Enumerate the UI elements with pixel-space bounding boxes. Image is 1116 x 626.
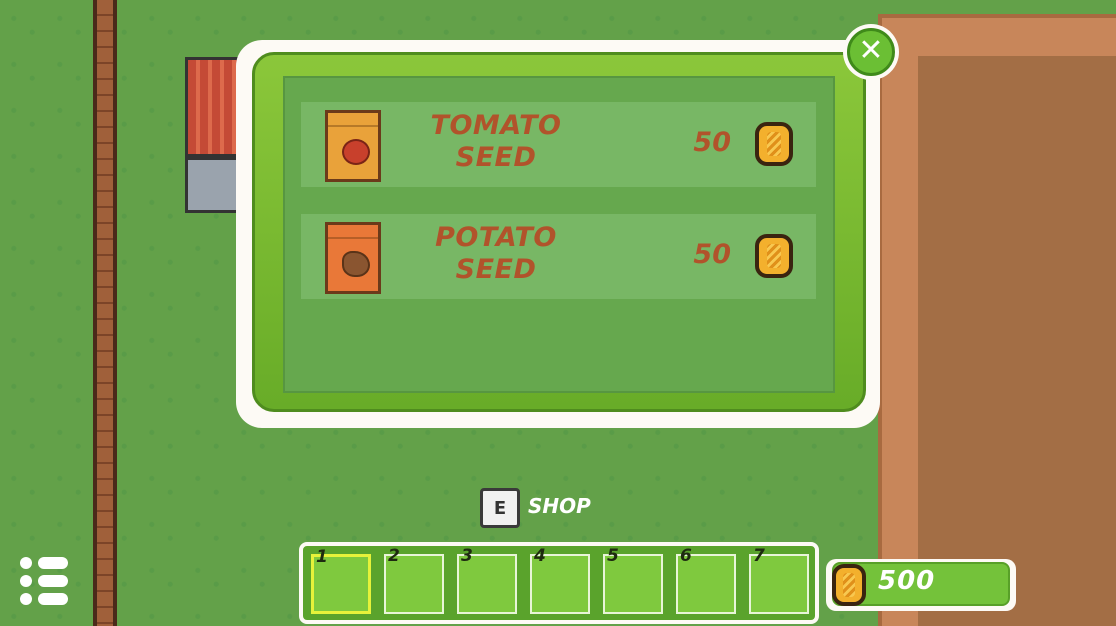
menu-icon-bar xyxy=(38,557,68,569)
wooden-fence xyxy=(93,0,117,626)
menu-icon-dot xyxy=(20,575,32,587)
hotbar-slot-3[interactable]: 3 xyxy=(457,546,517,614)
item-price: 50 xyxy=(693,239,731,270)
packet-fold xyxy=(328,113,378,127)
shop-item-tomato-seed[interactable]: TOMATO SEED 50 xyxy=(301,102,816,187)
hotbar-slot-6[interactable]: 6 xyxy=(676,546,736,614)
menu-icon xyxy=(20,557,32,569)
slot-number: 7 xyxy=(753,546,765,566)
item-name-line1: POTATO xyxy=(435,222,557,253)
slot-number: 3 xyxy=(461,546,473,566)
slot-number: 1 xyxy=(316,547,328,567)
hotbar-slot-5[interactable]: 5 xyxy=(603,546,663,614)
coin-count: 500 xyxy=(878,566,936,596)
hotbar-slot-7[interactable]: 7 xyxy=(749,546,809,614)
item-name: POTATO SEED xyxy=(421,222,571,286)
potato-seed-packet-icon xyxy=(325,222,381,294)
coin-icon xyxy=(832,564,866,606)
potato-icon xyxy=(342,251,370,277)
coin-icon xyxy=(755,122,793,166)
slot-number: 5 xyxy=(607,546,619,566)
tilled-soil xyxy=(918,56,1116,626)
item-name-line2: SEED xyxy=(455,142,537,173)
item-name-line1: TOMATO xyxy=(430,110,562,141)
close-button[interactable]: ✕ xyxy=(843,24,899,80)
key-e-icon: E xyxy=(480,488,520,528)
close-icon: ✕ xyxy=(847,28,895,76)
menu-icon-bar xyxy=(38,593,68,605)
hotbar-slot-1[interactable]: 1 xyxy=(311,547,371,614)
shop-prompt-label: SHOP xyxy=(528,494,591,518)
hotbar-slot-4[interactable]: 4 xyxy=(530,546,590,614)
item-price: 50 xyxy=(693,127,731,158)
coin-icon xyxy=(755,234,793,278)
menu-icon-bar xyxy=(38,575,68,587)
hotbar: 1 2 3 4 5 6 7 xyxy=(299,542,819,624)
shop-item-potato-seed[interactable]: POTATO SEED 50 xyxy=(301,214,816,299)
slot-number: 2 xyxy=(388,546,400,566)
menu-button[interactable] xyxy=(16,555,76,611)
packet-fold xyxy=(328,225,378,239)
hotbar-slot-2[interactable]: 2 xyxy=(384,546,444,614)
slot-number: 6 xyxy=(680,546,692,566)
slot-number: 4 xyxy=(534,546,546,566)
tomato-icon xyxy=(342,139,370,165)
item-name-line2: SEED xyxy=(455,254,537,285)
menu-icon-dot xyxy=(20,593,32,605)
tomato-seed-packet-icon xyxy=(325,110,381,182)
item-name: TOMATO SEED xyxy=(421,110,571,174)
